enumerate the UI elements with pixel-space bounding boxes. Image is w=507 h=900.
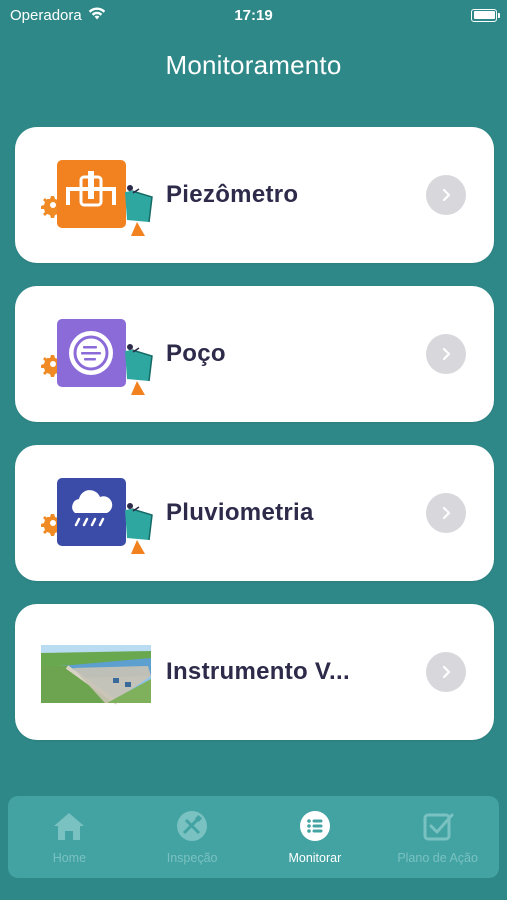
checkbox-icon: [421, 810, 455, 847]
monitor-item-instrumento[interactable]: Instrumento V...: [15, 604, 494, 740]
dam-photo: [41, 632, 153, 716]
inspection-icon: [175, 810, 209, 847]
monitor-item-pluviometria[interactable]: Pluviometria: [15, 445, 494, 581]
monitor-item-label: Poço: [166, 340, 226, 367]
home-icon: [52, 810, 86, 847]
chevron-right-icon[interactable]: [426, 652, 466, 692]
tab-plano-de-acao[interactable]: Plano de Ação: [383, 810, 493, 865]
list-icon: [298, 810, 332, 847]
chevron-right-icon[interactable]: [426, 334, 466, 374]
monitor-item-label: Instrumento V...: [166, 658, 350, 685]
well-icon: [41, 314, 153, 398]
carrier-name: Operadora: [10, 6, 82, 24]
page-title: Monitoramento: [165, 50, 342, 80]
tab-label: Monitorar: [288, 850, 342, 865]
battery-icon: [471, 8, 500, 22]
tab-label: Home: [52, 850, 87, 865]
wifi-icon: [88, 6, 106, 24]
monitor-item-poco[interactable]: Poço: [15, 286, 494, 422]
piezometer-icon: [41, 155, 153, 239]
monitor-item-label: Pluviometria: [166, 499, 314, 526]
chevron-right-icon[interactable]: [426, 493, 466, 533]
monitor-item-piezometro[interactable]: Piezômetro: [15, 127, 494, 263]
rain-cloud-icon: [41, 473, 153, 557]
chevron-right-icon[interactable]: [426, 175, 466, 215]
tab-label: Plano de Ação: [397, 850, 478, 865]
tab-bar: Home Inspeção Monitorar Plano de Ação: [8, 796, 499, 878]
tab-monitorar[interactable]: Monitorar: [260, 810, 370, 865]
status-bar: Operadora 17:19: [0, 0, 507, 30]
tab-label: Inspeção: [166, 850, 218, 865]
tab-home[interactable]: Home: [14, 810, 124, 865]
monitor-item-label: Piezômetro: [166, 181, 299, 208]
tab-inspecao[interactable]: Inspeção: [137, 810, 247, 865]
